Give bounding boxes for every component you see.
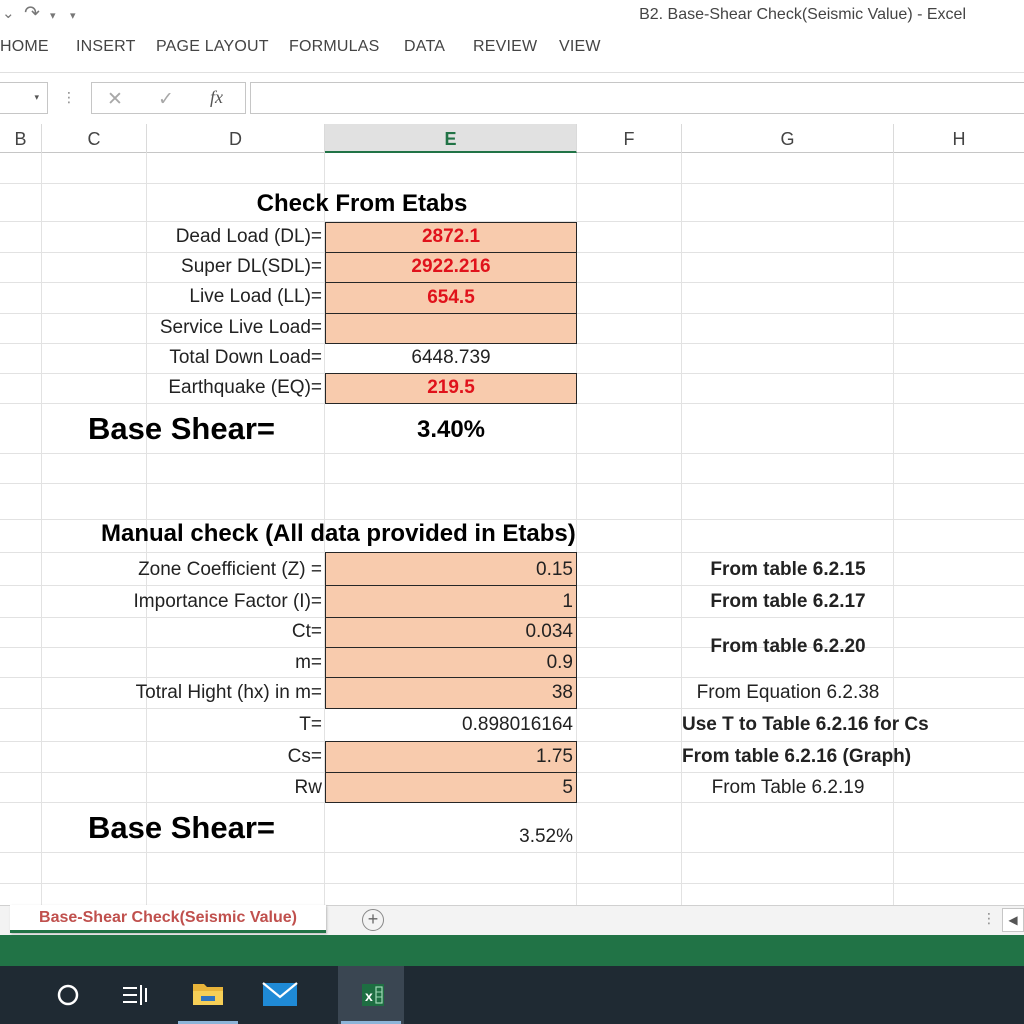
super-dl-value[interactable]: 2922.216 — [325, 252, 577, 282]
column-header-e[interactable]: E — [325, 124, 577, 153]
tab-review[interactable]: REVIEW — [473, 38, 537, 56]
file-explorer-icon[interactable] — [175, 966, 241, 1024]
gridline — [0, 453, 1024, 454]
split-handle-icon[interactable]: ⋮ — [982, 910, 996, 927]
reference-note: From table 6.2.16 (Graph) — [682, 746, 912, 767]
gridline — [0, 883, 1024, 884]
reference-note: From Equation 6.2.38 — [696, 682, 880, 703]
gridline — [0, 483, 1024, 484]
column-header-h[interactable]: H — [894, 124, 1024, 153]
etabs-row-label: Super DL(SDL)= — [181, 256, 322, 277]
manual-check-title: Manual check (All data provided in Etabs… — [101, 520, 576, 547]
redo-dropdown-icon[interactable]: ▾ — [50, 9, 56, 22]
redo-icon[interactable]: ↷ — [24, 2, 40, 25]
manual-base-shear-label: Base Shear= — [88, 810, 275, 845]
reference-note: From table 6.2.17 — [710, 591, 866, 612]
reference-note: From Table 6.2.19 — [711, 777, 865, 798]
tab-formulas[interactable]: FORMULAS — [289, 38, 380, 56]
ribbon-tabs: HOME INSERT PAGE LAYOUT FORMULAS DATA RE… — [0, 36, 1024, 64]
period-t-value[interactable]: 0.898016164 — [325, 710, 573, 740]
add-sheet-icon[interactable]: + — [362, 909, 384, 931]
importance-factor-value[interactable]: 1 — [325, 587, 573, 617]
tab-page-layout[interactable]: PAGE LAYOUT — [156, 38, 269, 56]
reference-note: Use T to Table 6.2.16 for Cs — [682, 714, 929, 735]
rw-value[interactable]: 5 — [325, 773, 573, 803]
column-header-g[interactable]: G — [682, 124, 894, 153]
etabs-row-label: Dead Load (DL)= — [175, 226, 322, 247]
title-bar: ⌄ ↷ ▾ ▾ B2. Base-Shear Check(Seismic Val… — [0, 0, 1024, 32]
column-headers: B C D E F G H — [0, 124, 1024, 153]
mail-icon[interactable] — [247, 966, 313, 1024]
etabs-base-shear-label: Base Shear= — [88, 411, 275, 446]
name-box-dropdown-icon[interactable]: ▾ — [34, 92, 39, 103]
sheet-tab-bar: Base-Shear Check(Seismic Value) + ⋮ ◀ — [0, 905, 1024, 935]
manual-row-label: T= — [299, 714, 322, 735]
tab-view[interactable]: VIEW — [559, 38, 601, 56]
tab-home[interactable]: HOME — [0, 38, 49, 56]
tab-data[interactable]: DATA — [404, 38, 445, 56]
name-box[interactable]: ▾ — [0, 82, 48, 114]
etabs-check-title: Check From Etabs — [256, 190, 468, 217]
scroll-left-icon[interactable]: ◀ — [1002, 908, 1024, 932]
formula-bar-grip-icon[interactable]: ⋮ — [62, 89, 76, 106]
manual-row-label: Totral Hight (hx) in m= — [135, 682, 322, 703]
etabs-row-label: Earthquake (EQ)= — [168, 377, 322, 398]
gridline — [0, 852, 1024, 853]
etabs-row-label: Service Live Load= — [159, 317, 322, 338]
column-header-c[interactable]: C — [42, 124, 147, 153]
manual-row-label: m= — [295, 652, 322, 673]
etabs-base-shear-value[interactable]: 3.40% — [325, 415, 577, 445]
column-header-b[interactable]: B — [0, 124, 42, 153]
window-title: B2. Base-Shear Check(Seismic Value) - Ex… — [639, 6, 966, 23]
sheet-tab-active[interactable]: Base-Shear Check(Seismic Value) — [10, 905, 326, 933]
zone-coefficient-value[interactable]: 0.15 — [325, 555, 573, 585]
live-load-value[interactable]: 654.5 — [325, 283, 577, 313]
manual-row-label: Rw — [294, 777, 322, 798]
excel-app-label: x — [365, 988, 373, 1004]
worksheet-grid[interactable]: Check From Etabs Dead Load (DL)= Super D… — [0, 153, 1024, 905]
m-value[interactable]: 0.9 — [325, 648, 573, 678]
undo-dropdown-icon[interactable]: ⌄ — [2, 4, 15, 22]
etabs-row-label: Total Down Load= — [169, 347, 322, 368]
manual-row-label: Importance Factor (I)= — [133, 591, 322, 612]
status-bar — [0, 935, 1024, 966]
etabs-row-label: Live Load (LL)= — [189, 286, 322, 307]
task-view-icon[interactable] — [101, 966, 167, 1024]
insert-function-icon[interactable]: fx — [210, 87, 223, 108]
gridline — [0, 183, 1024, 184]
reference-note: From table 6.2.20 — [710, 636, 866, 657]
formula-buttons: ✕ ✓ fx — [91, 82, 246, 114]
manual-row-label: Zone Coefficient (Z) = — [138, 559, 322, 580]
manual-row-label: Cs= — [287, 746, 322, 767]
excel-app-icon[interactable]: x — [338, 966, 404, 1024]
tab-insert[interactable]: INSERT — [76, 38, 136, 56]
earthquake-value[interactable]: 219.5 — [325, 373, 577, 403]
cancel-icon[interactable]: ✕ — [107, 88, 123, 111]
ribbon-divider — [0, 72, 1024, 73]
customize-qat-icon[interactable]: ▾ — [70, 9, 76, 22]
dead-load-value[interactable]: 2872.1 — [325, 222, 577, 252]
enter-icon[interactable]: ✓ — [158, 88, 174, 111]
taskbar: x — [0, 966, 1024, 1024]
manual-row-label: Ct= — [291, 621, 322, 642]
formula-input[interactable] — [250, 82, 1024, 114]
manual-base-shear-value[interactable]: 3.52% — [325, 822, 573, 852]
total-height-value[interactable]: 38 — [325, 678, 573, 708]
cortana-search-icon[interactable] — [35, 966, 101, 1024]
formula-bar: ▾ ⋮ ✕ ✓ fx — [0, 82, 1024, 116]
cs-value[interactable]: 1.75 — [325, 742, 573, 772]
reference-note: From table 6.2.15 — [710, 559, 866, 580]
service-live-load-value[interactable] — [325, 313, 577, 343]
ct-value[interactable]: 0.034 — [325, 617, 573, 647]
total-down-load-value[interactable]: 6448.739 — [325, 343, 577, 373]
column-header-f[interactable]: F — [577, 124, 682, 153]
column-header-d[interactable]: D — [147, 124, 325, 153]
